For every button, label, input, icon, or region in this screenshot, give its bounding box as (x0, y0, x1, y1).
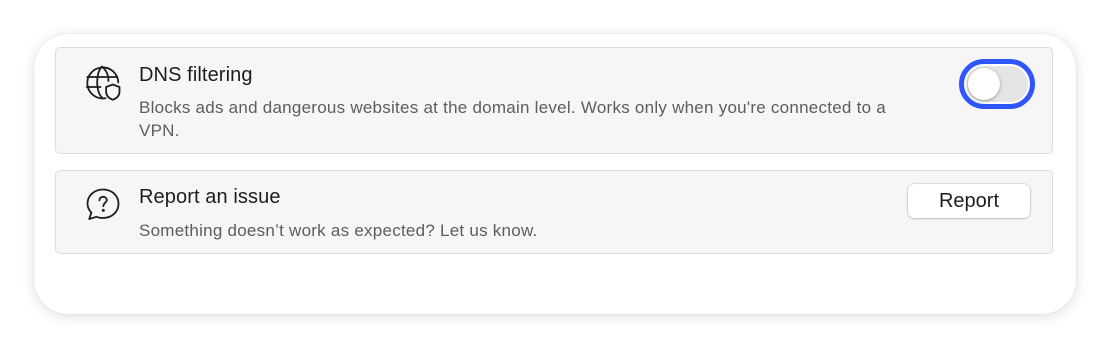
settings-panel: DNS filtering Blocks ads and dangerous w… (34, 34, 1076, 314)
chat-question-icon (83, 184, 123, 224)
toggle-knob (968, 68, 1000, 100)
report-issue-card: Report an issue Something doesn’t work a… (55, 170, 1053, 254)
globe-shield-icon (83, 63, 123, 103)
dns-filtering-title: DNS filtering (139, 64, 253, 86)
report-button[interactable]: Report (908, 184, 1030, 218)
dns-filtering-card: DNS filtering Blocks ads and dangerous w… (55, 47, 1053, 154)
dns-filtering-toggle[interactable] (959, 59, 1035, 109)
report-issue-description: Something doesn’t work as expected? Let … (139, 221, 538, 240)
dns-filtering-description: Blocks ads and dangerous websites at the… (139, 98, 886, 140)
report-issue-title: Report an issue (139, 186, 281, 208)
